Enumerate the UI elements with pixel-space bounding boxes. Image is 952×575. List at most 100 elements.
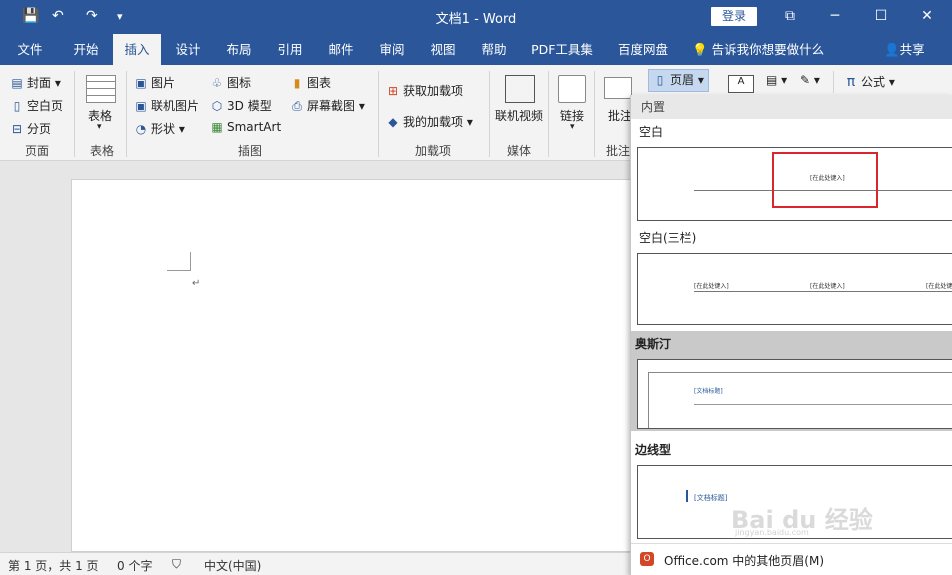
table-icon[interactable] — [86, 75, 116, 103]
tab-home[interactable]: 开始 — [62, 34, 110, 65]
document-page[interactable]: ↵ — [71, 179, 641, 552]
thumbnail-placeholder: [在此处键入] — [694, 283, 729, 290]
tab-layout[interactable]: 布局 — [215, 34, 263, 65]
media-group-label: 媒体 — [506, 144, 531, 158]
tell-me-search[interactable]: 💡 告诉我你想要做什么 — [692, 34, 824, 65]
cover-page-button[interactable]: ▤ 封面 ▾ — [10, 74, 61, 91]
header-icon: ▯ — [656, 73, 664, 87]
tell-me-label: 告诉我你想要做什么 — [711, 42, 825, 57]
proofing-icon[interactable]: ⛉ — [172, 557, 181, 572]
tab-view[interactable]: 视图 — [419, 34, 467, 65]
addins-group-label: 加载项 — [414, 144, 451, 158]
thumbnail-placeholder: [在此处键入] — [810, 283, 845, 290]
online-video-button[interactable]: 联机视频 — [495, 107, 543, 124]
word-count-status[interactable]: 0 个字 — [117, 557, 152, 574]
screenshot-button[interactable]: ⎙ 屏幕截图 ▾ — [290, 97, 365, 114]
blank-page-button[interactable]: ▯ 空白页 — [10, 97, 63, 114]
tab-file[interactable]: 文件 — [8, 34, 52, 65]
blank-page-icon: ▯ — [13, 99, 21, 113]
shapes-button[interactable]: ◔ 形状 ▾ — [134, 120, 185, 137]
thumbnail-placeholder: [在此处键入] — [926, 283, 952, 290]
shapes-label: 形状 — [151, 122, 176, 136]
smartart-button[interactable]: ▦ SmartArt — [210, 120, 281, 134]
separator — [548, 71, 549, 157]
comment-button[interactable]: 批注 — [608, 107, 632, 124]
3d-model-label: 3D 模型 — [227, 99, 272, 113]
icons-button[interactable]: ♧ 图标 — [210, 74, 251, 91]
tab-help[interactable]: 帮助 — [470, 34, 518, 65]
textbox-icon[interactable]: A — [728, 75, 754, 93]
3d-model-button[interactable]: ⬡ 3D 模型 — [210, 97, 272, 114]
page-count-status[interactable]: 第 1 页，共 1 页 — [8, 557, 99, 574]
more-headers-office-item[interactable]: O Office.com 中的其他页眉(M) — [631, 543, 952, 575]
blank-page-label: 空白页 — [27, 99, 64, 113]
link-dropdown-icon[interactable]: ▾ — [570, 122, 575, 132]
quick-parts-icon[interactable]: ▤ ▾ — [766, 73, 787, 87]
icons-icon: ♧ — [211, 76, 223, 90]
signature-icon[interactable]: ✎ ▾ — [800, 73, 820, 87]
separator — [126, 71, 127, 157]
chart-label: 图表 — [307, 76, 332, 90]
link-icon[interactable] — [558, 75, 586, 103]
online-picture-icon: ▣ — [135, 99, 147, 113]
chart-button[interactable]: ▮ 图表 — [290, 74, 331, 91]
lightbulb-icon: 💡 — [692, 42, 708, 57]
watermark-sub: jingyan.baidu.com — [735, 528, 809, 537]
close-icon[interactable]: ✕ — [912, 5, 942, 27]
template-label-austin: 奥斯汀 — [635, 337, 672, 351]
template-thumbnail-austin[interactable]: [文档标题] — [637, 359, 952, 429]
chart-icon: ▮ — [293, 76, 301, 90]
tab-insert[interactable]: 插入 — [113, 34, 161, 65]
online-picture-button[interactable]: ▣ 联机图片 — [134, 97, 199, 114]
template-thumbnail-blank-three-column[interactable]: [在此处键入] [在此处键入] [在此处键入] — [637, 253, 952, 325]
share-label: 共享 — [899, 42, 925, 57]
thumbnail-rule — [694, 291, 952, 292]
header-label: 页眉 — [670, 73, 695, 87]
smartart-icon: ▦ — [211, 120, 223, 134]
tab-references[interactable]: 引用 — [266, 34, 314, 65]
title-bar: 💾 ↶ ↷ ▾ 文档1 - Word 登录 ⧉ ─ ☐ ✕ — [0, 0, 952, 34]
online-video-icon[interactable] — [505, 75, 535, 103]
get-addins-button[interactable]: ⊞ 获取加载项 — [386, 82, 463, 99]
picture-label: 图片 — [151, 76, 176, 90]
template-label-blank: 空白 — [639, 125, 664, 139]
picture-button[interactable]: ▣ 图片 — [134, 74, 175, 91]
language-status[interactable]: 中文(中国) — [204, 557, 261, 574]
share-button[interactable]: 👤共享 — [884, 34, 925, 65]
tab-review[interactable]: 审阅 — [368, 34, 416, 65]
tab-pdf-tools[interactable]: PDF工具集 — [524, 34, 600, 65]
paragraph-mark-icon: ↵ — [192, 278, 201, 289]
table-dropdown-icon[interactable]: ▾ — [97, 122, 102, 132]
separator — [74, 71, 75, 157]
smartart-label: SmartArt — [227, 120, 282, 134]
pages-group-label: 页面 — [24, 144, 49, 158]
tab-mailings[interactable]: 邮件 — [317, 34, 365, 65]
separator — [378, 71, 379, 157]
person-icon: 👤 — [884, 42, 900, 57]
cover-icon: ▤ — [11, 76, 23, 90]
header-gallery-dropdown: 内置 空白 [在此处键入] 空白(三栏) [在此处键入] [在此处键入] [在此… — [630, 95, 952, 575]
template-thumbnail-blank[interactable]: [在此处键入] — [637, 147, 952, 221]
my-addins-button[interactable]: ◆ 我的加载项 ▾ — [386, 113, 472, 130]
tab-baidu-netdisk[interactable]: 百度网盘 — [608, 34, 678, 65]
header-button[interactable]: ▯ 页眉 ▾ — [648, 69, 709, 92]
store-icon: ⊞ — [387, 84, 399, 98]
comment-icon[interactable] — [604, 77, 632, 99]
get-addins-label: 获取加载项 — [403, 84, 464, 98]
screenshot-icon: ⎙ — [292, 99, 302, 113]
separator — [594, 71, 595, 157]
minimize-icon[interactable]: ─ — [820, 5, 850, 27]
tab-design[interactable]: 设计 — [164, 34, 212, 65]
maximize-icon[interactable]: ☐ — [866, 5, 896, 27]
cover-label: 封面 — [27, 76, 52, 90]
ribbon-display-icon[interactable]: ⧉ — [775, 5, 805, 27]
equation-button[interactable]: π 公式 ▾ — [844, 73, 895, 90]
page-break-button[interactable]: ⊟ 分页 — [10, 120, 51, 137]
login-button[interactable]: 登录 — [711, 7, 757, 26]
office-icon: O — [640, 552, 654, 566]
thumbnail-border — [648, 372, 952, 428]
screenshot-label: 屏幕截图 — [307, 99, 356, 113]
window-title: 文档1 - Word — [435, 12, 517, 27]
illustrations-group-label: 插图 — [237, 144, 262, 158]
equation-label: 公式 — [861, 75, 886, 89]
